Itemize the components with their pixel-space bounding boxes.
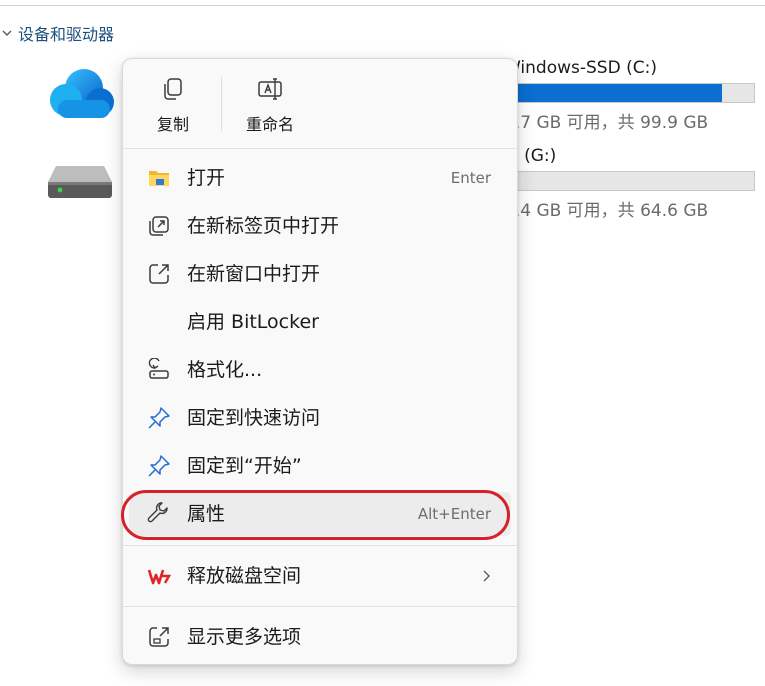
chevron-down-icon [2, 30, 12, 36]
menu-item-format[interactable]: 格式化... [129, 348, 511, 392]
new-tab-icon [149, 216, 169, 236]
quick-actions-divider [221, 77, 222, 131]
devices-section-header[interactable]: 设备和驱动器 [0, 20, 114, 46]
menu-item-open-new-window[interactable]: 在新窗口中打开 [129, 252, 511, 296]
copy-icon [164, 78, 182, 100]
wps-logo-icon [147, 569, 171, 585]
top-divider [0, 5, 765, 6]
rename-label: 重命名 [245, 115, 294, 134]
new-window-icon [149, 264, 169, 284]
annotation-highlight-ring [121, 490, 510, 540]
menu-item-label: 启用 BitLocker [187, 311, 319, 333]
menu-item-label: 格式化... [187, 359, 263, 381]
drive-free-c: 2.7 GB 可用，共 99.9 GB [504, 113, 709, 133]
rename-icon [258, 78, 282, 100]
format-drive-icon [148, 358, 169, 379]
drive-usage-bar-g [504, 171, 755, 191]
drive-name-c[interactable]: Windows-SSD (C:) [504, 58, 657, 78]
context-menu: 复制 重命名 打开 Enter 在新标签页中打开 在新窗口中打开 启用 BitL… [122, 58, 518, 665]
drive-usage-bar-c [504, 83, 755, 103]
folder-icon [149, 171, 169, 186]
menu-item-pin-start[interactable]: 固定到“开始” [129, 444, 511, 488]
drive-free-g: 4.4 GB 可用，共 64.6 GB [504, 201, 709, 221]
menu-divider [123, 148, 517, 149]
rename-button[interactable]: 重命名 [231, 69, 309, 141]
menu-item-pin-quick-access[interactable]: 固定到快速访问 [129, 396, 511, 440]
pin-icon [148, 455, 170, 477]
drive-usage-fill-c [505, 84, 722, 102]
show-more-icon [149, 627, 169, 647]
quick-actions-row: 复制 重命名 [123, 59, 517, 147]
menu-item-show-more-options[interactable]: 显示更多选项 [129, 615, 511, 659]
hard-drive-icon[interactable] [46, 164, 114, 202]
menu-item-enable-bitlocker[interactable]: 启用 BitLocker [129, 300, 511, 344]
menu-item-label: 显示更多选项 [187, 626, 302, 648]
menu-item-open-new-tab[interactable]: 在新标签页中打开 [129, 204, 511, 248]
onedrive-cloud-icon[interactable] [44, 66, 116, 122]
menu-divider [123, 606, 517, 607]
shortcut-label: Enter [450, 169, 491, 187]
menu-item-label: 在新窗口中打开 [187, 263, 321, 285]
menu-item-free-disk-space[interactable]: 释放磁盘空间 [129, 554, 511, 598]
menu-item-open[interactable]: 打开 Enter [129, 156, 511, 200]
menu-item-label: 固定到快速访问 [187, 407, 321, 429]
menu-item-label: 固定到“开始” [187, 455, 302, 477]
menu-item-label: 释放磁盘空间 [187, 565, 302, 587]
menu-item-label: 打开 [187, 167, 226, 189]
pin-icon [148, 407, 170, 429]
section-title: 设备和驱动器 [18, 25, 115, 44]
chevron-right-icon [483, 570, 490, 582]
menu-divider [123, 545, 517, 546]
menu-item-label: 在新标签页中打开 [187, 215, 340, 237]
copy-button[interactable]: 复制 [134, 69, 212, 141]
copy-label: 复制 [156, 115, 189, 134]
